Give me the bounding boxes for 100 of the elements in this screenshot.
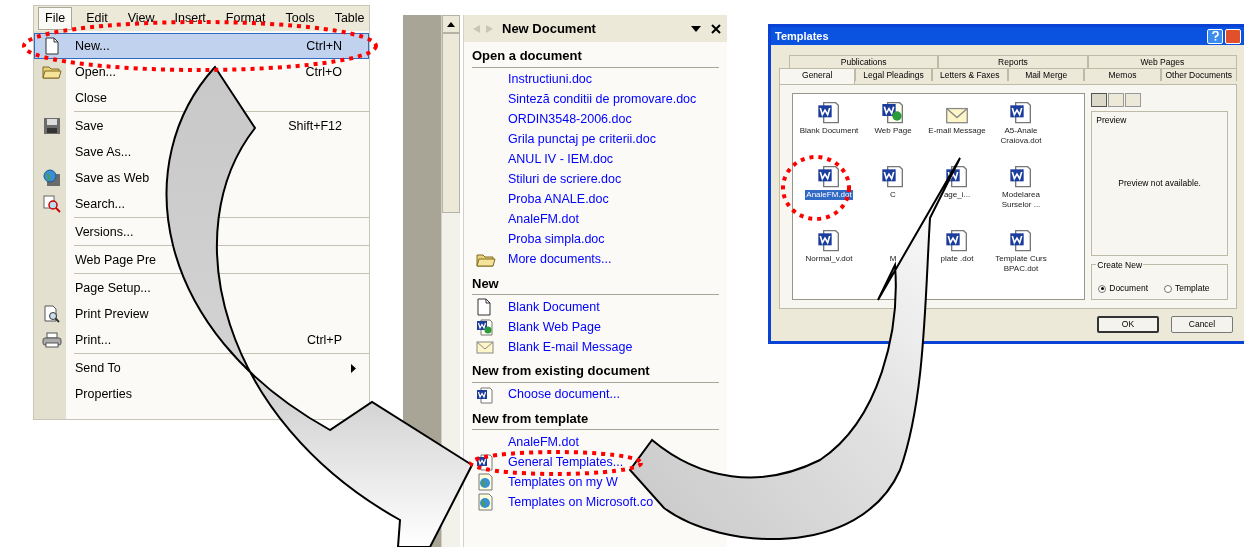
document-link[interactable]: Proba simpla.doc (508, 230, 605, 249)
search-icon (43, 195, 61, 213)
word-document-icon (1009, 164, 1033, 188)
menu-item[interactable]: Search... (34, 191, 369, 217)
tab[interactable]: Reports (938, 55, 1088, 68)
menu-item-label: Save (75, 117, 105, 135)
document-link[interactable]: Proba ANALE.doc (508, 190, 609, 209)
page-icon (476, 298, 492, 316)
template-item[interactable]: C (889, 190, 897, 200)
web-page-icon (476, 318, 494, 336)
web-page-icon (881, 100, 905, 124)
section-heading: New (472, 273, 719, 295)
menu-item-label: Save as Web (75, 169, 151, 187)
tab[interactable]: Memos (1084, 68, 1161, 81)
template-item[interactable]: age_i... (942, 190, 972, 200)
menu-bar-item[interactable]: Tools (279, 7, 321, 30)
tab[interactable]: General (779, 68, 856, 84)
template-item[interactable]: E-mail Message (927, 126, 987, 136)
menu-item[interactable]: Send To (34, 355, 369, 381)
menu-item-label: Page Setup... (75, 279, 152, 297)
document-link[interactable]: General Templates... (476, 452, 624, 472)
dialog-button[interactable]: Cancel (1171, 316, 1233, 333)
menu-item[interactable]: Versions... (34, 219, 369, 245)
template-item[interactable]: A5-Anale Craiova.dot (990, 126, 1052, 146)
document-link[interactable]: ORDIN3548-2006.doc (508, 110, 632, 129)
template-item[interactable]: AnaleFM.dot (805, 190, 853, 200)
large-icons-button[interactable] (1091, 93, 1108, 107)
menu-item[interactable]: Save As... (34, 139, 369, 165)
document-link[interactable]: Stiluri de scriere.doc (508, 170, 622, 189)
word-document-icon (476, 385, 494, 404)
menu-bar-item[interactable]: Format (219, 7, 272, 30)
document-link[interactable]: ANUL IV - IEM.doc (508, 150, 614, 169)
menu-item[interactable]: Open... Ctrl+O (34, 59, 369, 85)
tab[interactable]: Publications (789, 55, 939, 68)
template-item[interactable]: Web Page (873, 126, 913, 136)
menu-item[interactable]: New... Ctrl+N (34, 33, 369, 59)
up-arrow-icon (447, 21, 455, 27)
dropdown-arrow-icon[interactable] (691, 25, 701, 32)
tab[interactable]: Web Pages (1087, 55, 1237, 68)
menu-item[interactable]: Page Setup... (34, 275, 369, 301)
radio-option[interactable]: Document (1098, 282, 1148, 295)
template-item[interactable]: Blank Document (798, 126, 860, 136)
tab[interactable]: Legal Pleadings (855, 68, 932, 81)
document-link[interactable]: More documents... (476, 250, 612, 269)
menu-item[interactable]: Properties (34, 381, 369, 407)
word-document-icon (817, 100, 841, 124)
menu-bar-item[interactable]: View (121, 7, 161, 30)
template-item[interactable]: Template Curs BPAC.dot (990, 254, 1052, 274)
menu-item[interactable]: Print... Ctrl+P (34, 327, 369, 353)
shortcut-label: Ctrl+N (306, 37, 342, 55)
menu-bar-item[interactable]: Table (328, 7, 371, 30)
document-link[interactable]: Blank Web Page (476, 317, 601, 337)
document-link[interactable]: Grila punctaj pe criterii.doc (508, 130, 656, 149)
template-item[interactable]: Normal_v.dot (804, 254, 854, 264)
template-item[interactable]: plate .dot (939, 254, 975, 264)
document-link[interactable]: Blank Document (476, 297, 600, 317)
document-link[interactable]: Sinteză conditii de promovare.doc (508, 90, 697, 109)
document-link[interactable]: Templates on Microsoft.co (476, 492, 654, 512)
menu-item[interactable]: Print Preview (34, 301, 369, 327)
help-button[interactable] (1207, 28, 1223, 44)
details-view-button[interactable] (1125, 93, 1142, 107)
section-heading: New from template (472, 408, 719, 430)
menu-item-label: Open... (75, 63, 117, 81)
menu-item-label: Print... (75, 331, 113, 349)
scroll-thumb[interactable] (442, 33, 460, 213)
preview-label: Preview (1096, 114, 1127, 127)
menu-bar-item[interactable]: File (38, 7, 73, 30)
scroll-up-button[interactable] (442, 15, 460, 33)
tab[interactable]: Mail Merge (1008, 68, 1085, 81)
template-item[interactable]: Modelarea Surselor ... (990, 190, 1052, 210)
pane-title: New Document (502, 19, 597, 38)
globe-page-icon (476, 493, 494, 511)
document-link[interactable]: AnaleFM.dot (508, 432, 579, 452)
document-link[interactable]: Templates on my W (476, 472, 618, 492)
close-icon[interactable] (711, 23, 721, 34)
document-link[interactable]: Blank E-mail Message (476, 337, 633, 357)
shortcut-label: Ctrl+O (305, 63, 342, 81)
tab[interactable]: Other Documents (1160, 68, 1237, 81)
submenu-arrow-icon (351, 363, 356, 373)
menu-item[interactable]: Save as Web (34, 165, 369, 191)
folder-icon (42, 64, 62, 80)
menu-item[interactable]: Web Page Pre (34, 247, 369, 273)
radio-option[interactable]: Template (1164, 282, 1210, 295)
highlight-ellipse (781, 155, 851, 221)
preview-message: Preview not available. (1118, 177, 1201, 190)
dialog-button[interactable]: OK (1097, 316, 1159, 333)
menu-item-label: Web Page Pre (75, 251, 158, 269)
word-document-icon (1009, 100, 1033, 124)
menu-item[interactable]: Close (34, 85, 369, 111)
document-link[interactable]: Choose document... (476, 385, 620, 404)
template-item[interactable]: M (888, 254, 898, 264)
shortcut-label: Ctrl+P (306, 331, 342, 349)
document-link[interactable]: Instructiuni.doc (508, 70, 593, 89)
menu-item-label: Close (75, 89, 108, 107)
document-link[interactable]: AnaleFM.dot (508, 210, 579, 229)
menu-bar-item[interactable]: Edit (80, 7, 114, 30)
menu-item[interactable]: Save Shift+F12 (34, 113, 369, 139)
tab[interactable]: Letters & Faxes (931, 68, 1008, 81)
close-button[interactable] (1225, 28, 1241, 44)
menu-item-label: Versions... (75, 223, 135, 241)
